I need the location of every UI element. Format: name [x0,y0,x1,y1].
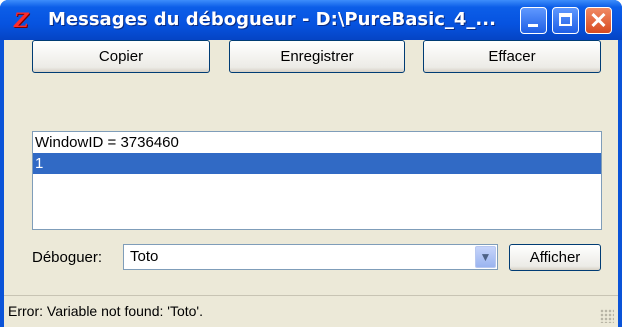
clear-button[interactable]: Effacer [423,40,601,73]
resize-grip-icon[interactable] [600,309,614,323]
maximize-button[interactable] [552,7,579,34]
save-button[interactable]: Enregistrer [229,40,405,73]
close-icon: ✕ [589,8,608,33]
purebasic-debugger-icon[interactable]: Z [14,10,32,30]
chevron-down-icon[interactable]: ▼ [475,246,496,268]
list-item-selected[interactable]: 1 [33,153,601,174]
variable-combobox-value[interactable]: Toto [130,245,158,269]
close-button[interactable]: ✕ [585,7,612,34]
variable-combobox[interactable]: Toto ▼ [123,244,498,270]
minimize-icon [528,24,538,27]
show-button[interactable]: Afficher [509,244,601,271]
debugger-window: Z Messages du débogueur - D:\PureBasic_4… [0,0,622,327]
minimize-button[interactable] [520,7,547,34]
debug-output-list[interactable]: WindowID = 3736460 1 [32,131,602,230]
maximize-icon [559,13,572,26]
copy-button[interactable]: Copier [32,40,210,73]
title-bar[interactable]: Z Messages du débogueur - D:\PureBasic_4… [0,0,622,40]
window-title: Messages du débogueur - D:\PureBasic_4_.… [48,9,496,30]
debug-label: Déboguer: [32,249,103,266]
status-text: Error: Variable not found: 'Toto'. [8,303,203,319]
status-bar: Error: Variable not found: 'Toto'. [4,295,618,327]
list-item[interactable]: WindowID = 3736460 [33,132,601,153]
